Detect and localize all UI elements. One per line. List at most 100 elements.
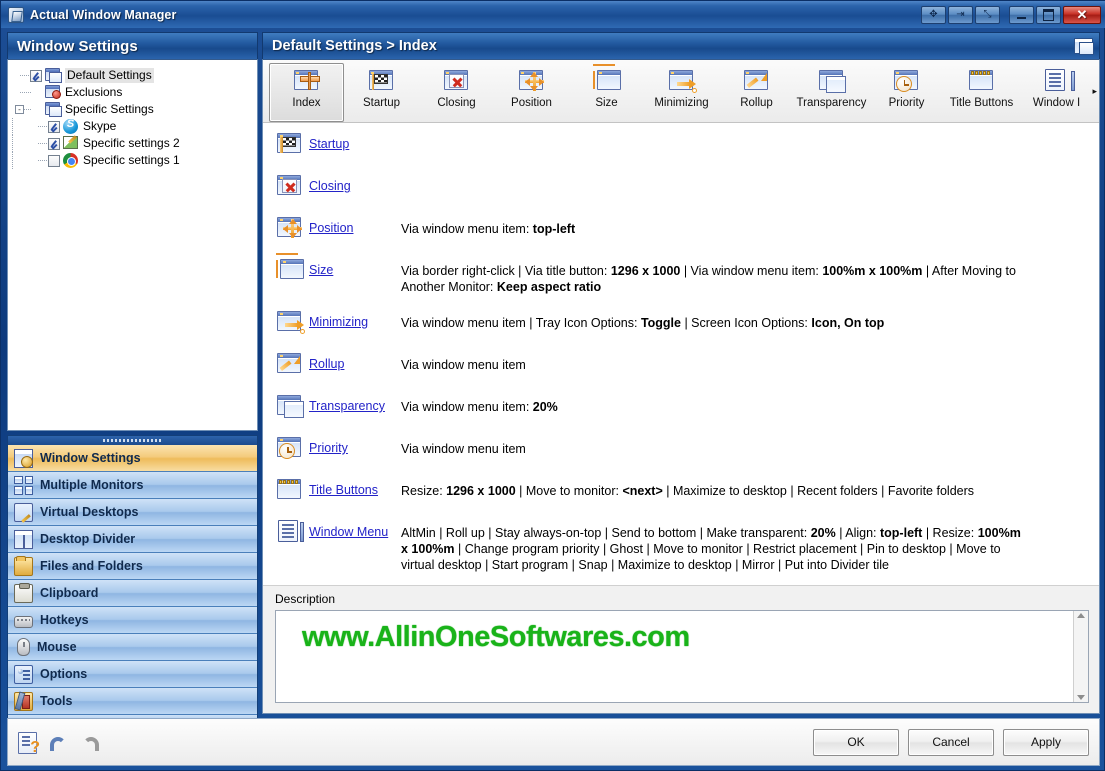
tree-connector-vertical <box>12 135 13 152</box>
sidebar-item-options[interactable]: Options <box>8 661 257 688</box>
index-link-priority[interactable]: Priority <box>309 433 401 455</box>
description-scrollbar[interactable] <box>1073 611 1088 702</box>
desktop-divider-icon <box>14 529 33 549</box>
move-window-button[interactable]: ✥ <box>921 5 946 24</box>
tree-item-checkbox[interactable] <box>48 137 60 150</box>
toolbar-tab-size[interactable]: Size <box>569 63 644 122</box>
sidebar-item-virtual-desktops[interactable]: Virtual Desktops <box>8 499 257 526</box>
maximize-button[interactable] <box>1036 5 1061 24</box>
tree-indent <box>12 84 31 101</box>
startup-flag-icon <box>367 68 397 94</box>
toolbar-tab-minimizing[interactable]: Minimizing <box>644 63 719 122</box>
tree-item[interactable]: Specific settings 1 <box>12 152 253 169</box>
toolbar-tab-priority[interactable]: Priority <box>869 63 944 122</box>
tree-item-checkbox[interactable] <box>48 120 60 133</box>
toolbar-tab-position[interactable]: Position <box>494 63 569 122</box>
toolbar-tab-title-buttons[interactable]: Title Buttons <box>944 63 1019 122</box>
tree-item[interactable]: - Specific Settings <box>12 101 253 118</box>
index-link-closing[interactable]: Closing <box>309 171 401 193</box>
index-link-title-buttons[interactable]: Title Buttons <box>309 475 401 497</box>
sidebar-grip[interactable] <box>7 435 258 445</box>
minimize-button[interactable] <box>1009 5 1034 24</box>
title-buttons-icon <box>967 68 997 94</box>
index-link-transparency[interactable]: Transparency <box>309 391 401 413</box>
toolbar-tab-window-i[interactable]: Window I <box>1019 63 1094 122</box>
skype-icon <box>63 118 79 134</box>
sidebar-item-window-settings[interactable]: Window Settings <box>8 445 257 472</box>
index-link-window-menu[interactable]: Window Menu <box>309 517 401 539</box>
tree-item-label: Specific Settings <box>65 102 154 116</box>
sidebar-item-desktop-divider[interactable]: Desktop Divider <box>8 526 257 553</box>
window-menu-doc-icon <box>1042 68 1075 94</box>
tree-indent: - <box>12 101 31 118</box>
scroll-down-icon[interactable] <box>1077 695 1085 700</box>
sidebar-item-label: Multiple Monitors <box>40 478 144 492</box>
toolbar-tab-rollup[interactable]: Rollup <box>719 63 794 122</box>
tree-item[interactable]: Skype <box>12 118 253 135</box>
index-list: Startup Closing Position Via window menu it… <box>263 123 1099 585</box>
index-row-icon-wrap <box>275 393 309 423</box>
maximize-to-desktop-button[interactable]: ⤡ <box>975 5 1000 24</box>
sidebar-item-clipboard[interactable]: Clipboard <box>8 580 257 607</box>
send-to-monitor-glyph: ⇥ <box>956 8 965 20</box>
settings-tree[interactable]: Default Settings Exclusions - Specific Sett… <box>7 59 258 431</box>
toolbar-tab-transparency[interactable]: Transparency <box>794 63 869 122</box>
apply-button[interactable]: Apply <box>1003 728 1089 756</box>
index-row: Closing <box>275 171 1089 213</box>
index-row-icon-wrap <box>275 131 309 161</box>
index-link-minimizing[interactable]: Minimizing <box>309 307 401 329</box>
transparency-stack-icon <box>817 68 847 94</box>
index-row-icon-wrap <box>275 253 309 287</box>
tree-item-checkbox[interactable] <box>30 69 42 82</box>
index-row: Title Buttons Resize: 1296 x 1000 | Move … <box>275 475 1089 517</box>
index-link-rollup[interactable]: Rollup <box>309 349 401 371</box>
tree-item-label: Specific settings 2 <box>83 136 180 150</box>
tree-item[interactable]: Default Settings <box>12 67 253 84</box>
rollup-arrow-icon <box>275 351 301 375</box>
toolbar-tab-startup[interactable]: Startup <box>344 63 419 122</box>
index-row-summary: Via window menu item | Tray Icon Options… <box>401 307 1089 331</box>
index-value: <next> <box>622 484 663 498</box>
index-link-position[interactable]: Position <box>309 213 401 235</box>
index-row-icon-wrap <box>275 309 309 339</box>
sidebar-item-label: Desktop Divider <box>40 532 136 546</box>
sidebar-item-mouse[interactable]: Mouse <box>8 634 257 661</box>
tree-item[interactable]: Exclusions <box>12 84 253 101</box>
tree-indent <box>30 135 49 152</box>
index-row-summary <box>401 171 1089 179</box>
tree-indent <box>30 152 49 169</box>
index-link-size[interactable]: Size <box>309 255 401 277</box>
tree-item-checkbox[interactable] <box>48 154 60 167</box>
toolbar-tab-index[interactable]: Index <box>269 63 344 122</box>
undo-icon[interactable] <box>46 734 70 754</box>
window-restore-icon[interactable] <box>1074 38 1094 55</box>
help-icon[interactable] <box>18 732 40 756</box>
sidebar-item-multiple-monitors[interactable]: Multiple Monitors <box>8 472 257 499</box>
sidebar-item-hotkeys[interactable]: Hotkeys <box>8 607 257 634</box>
index-row-icon-wrap <box>275 351 309 381</box>
scroll-up-icon[interactable] <box>1077 613 1085 618</box>
description-input[interactable]: www.AllinOneSoftwares.com <box>275 610 1089 703</box>
tree-item-label: Default Settings <box>65 68 154 83</box>
ok-button[interactable]: OK <box>813 728 899 756</box>
index-row-summary <box>401 129 1089 137</box>
startup-flag-icon <box>275 131 301 155</box>
window-menu-doc-icon <box>275 519 304 543</box>
bottom-bar: OK Cancel Apply <box>7 718 1100 766</box>
index-row-summary: Via border right-click | Via title butto… <box>401 255 1089 295</box>
cancel-button[interactable]: Cancel <box>908 728 994 756</box>
standard-window-controls: ✕ <box>1008 5 1102 24</box>
index-link-startup[interactable]: Startup <box>309 129 401 151</box>
send-to-monitor-button[interactable]: ⇥ <box>948 5 973 24</box>
redo-icon[interactable] <box>79 734 103 754</box>
title-bar[interactable]: Actual Window Manager ✥ ⇥ ⤡ ✕ <box>1 1 1105 28</box>
tree-item[interactable]: Specific settings 2 <box>12 135 253 152</box>
tree-expander-icon[interactable]: - <box>15 105 24 114</box>
toolbar-tab-closing[interactable]: Closing <box>419 63 494 122</box>
description-label: Description <box>275 592 336 606</box>
toolbar-overflow-arrow[interactable]: ▸ <box>1092 86 1097 97</box>
close-button[interactable]: ✕ <box>1063 5 1101 24</box>
index-row: Position Via window menu item: top-left <box>275 213 1089 255</box>
sidebar-item-files-and-folders[interactable]: Files and Folders <box>8 553 257 580</box>
sidebar-item-tools[interactable]: Tools <box>8 688 257 715</box>
